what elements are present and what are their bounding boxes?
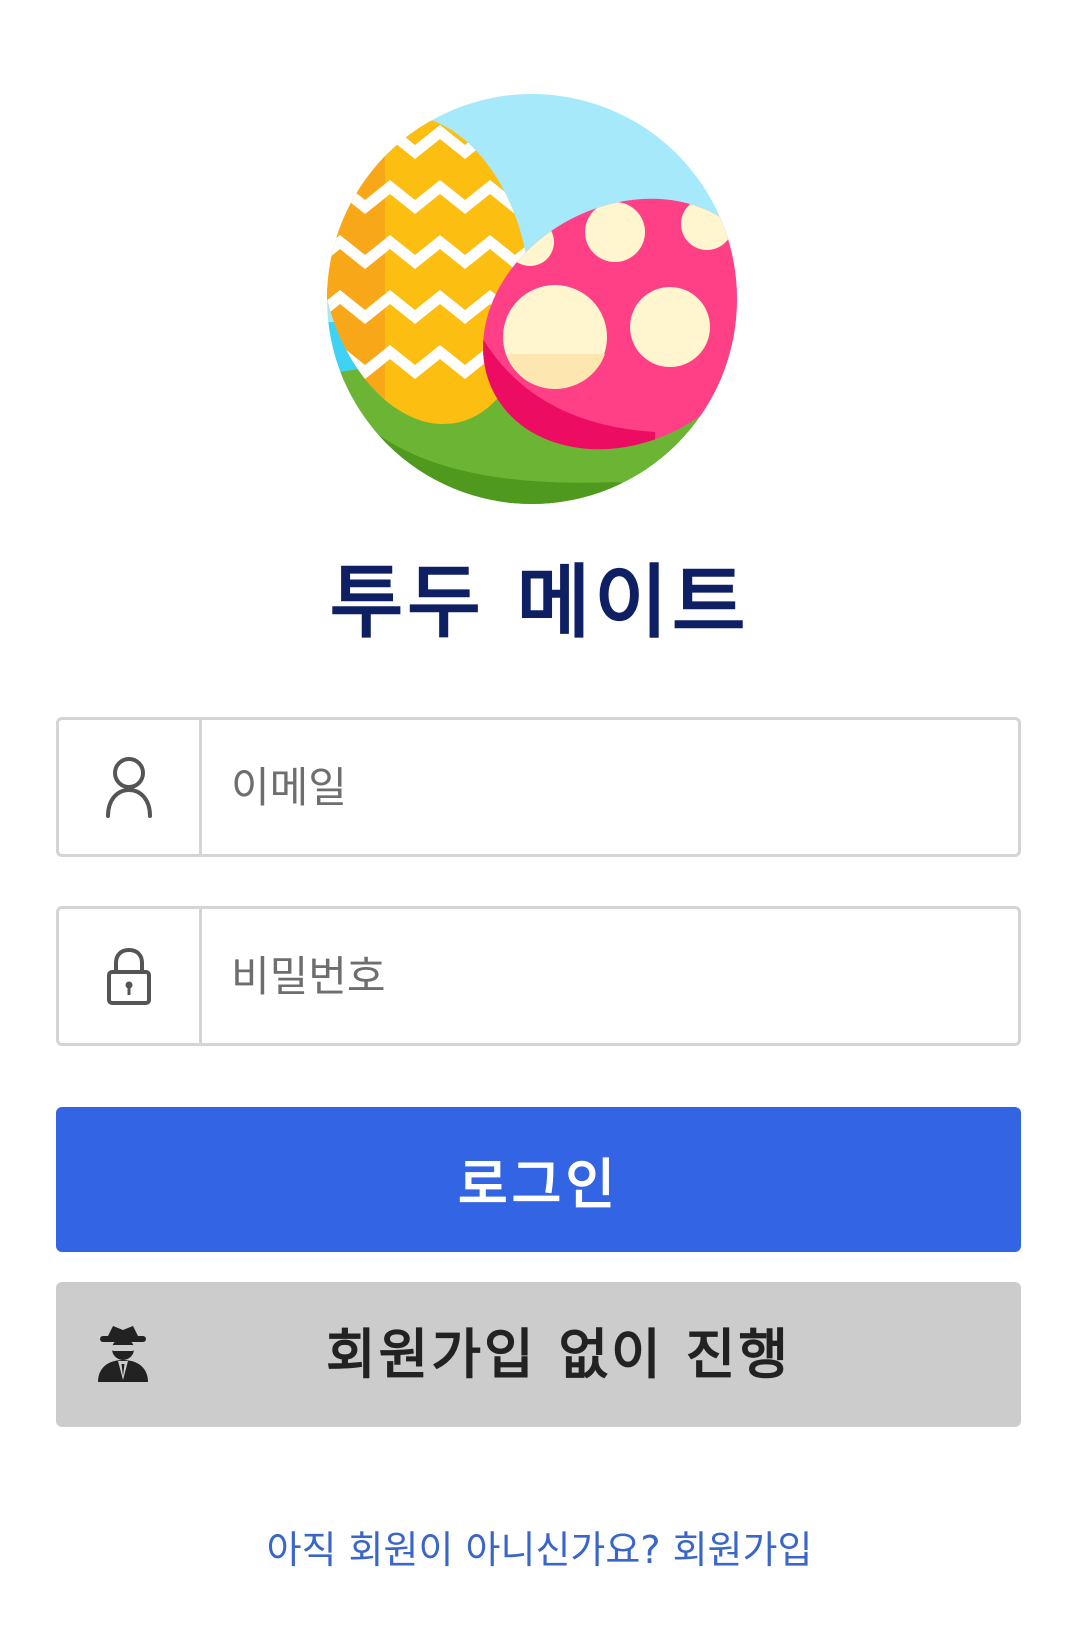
password-icon-box bbox=[59, 909, 202, 1043]
signup-prompt: 아직 회원이 아니신가요? bbox=[266, 1528, 661, 1572]
login-button[interactable]: 로그인 bbox=[56, 1107, 1021, 1252]
email-input[interactable] bbox=[219, 720, 999, 854]
lock-icon bbox=[107, 947, 151, 1005]
app-title: 투두 메이트 bbox=[329, 556, 750, 649]
email-field bbox=[56, 717, 1021, 857]
guest-continue-label: 회원가입 없이 진행 bbox=[325, 1323, 792, 1386]
password-field bbox=[56, 906, 1021, 1046]
signup-row: 아직 회원이 아니신가요? 회원가입 bbox=[0, 1520, 1079, 1580]
guest-continue-button[interactable]: 회원가입 없이 진행 bbox=[56, 1282, 1021, 1427]
app-logo bbox=[327, 94, 737, 504]
signup-link[interactable]: 회원가입 bbox=[673, 1528, 813, 1572]
user-icon bbox=[106, 757, 152, 818]
password-input[interactable] bbox=[219, 909, 999, 1043]
email-icon-box bbox=[59, 720, 202, 854]
